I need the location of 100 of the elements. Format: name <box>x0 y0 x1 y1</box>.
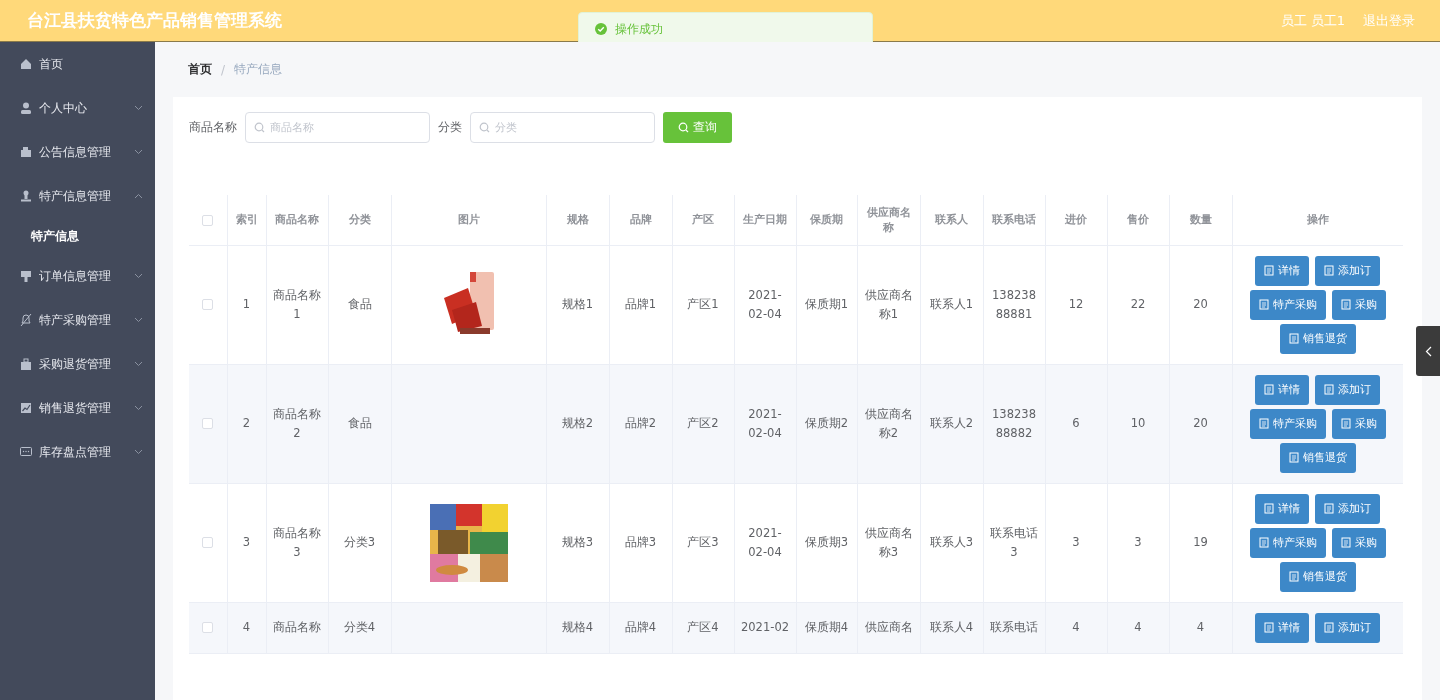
checkbox[interactable] <box>202 299 214 310</box>
document-icon <box>1288 333 1299 344</box>
table-cell: 商品名称1 <box>273 287 321 321</box>
document-icon <box>1340 537 1351 548</box>
column-header: 操作 <box>1306 213 1329 227</box>
column-header: 联系电话 <box>992 213 1036 227</box>
select-all-checkbox[interactable] <box>202 214 214 226</box>
menu-icon <box>19 445 33 459</box>
table-cell: 3 <box>1072 535 1080 549</box>
search-icon <box>479 122 490 133</box>
table-cell: 产区3 <box>687 535 719 549</box>
collapse-tab[interactable] <box>1416 326 1440 376</box>
table-cell: 13823888881 <box>992 287 1036 321</box>
table-cell: 联系人4 <box>929 620 974 634</box>
menu-icon <box>19 357 33 371</box>
action-button[interactable]: 特产采购 <box>1249 527 1326 558</box>
chevron-icon <box>134 405 143 411</box>
chevron-icon <box>134 273 143 279</box>
toast-message: 操作成功 <box>615 20 663 38</box>
action-button[interactable]: 采购 <box>1331 289 1386 320</box>
table-cell: 品牌4 <box>624 620 657 634</box>
table-cell: 联系人1 <box>929 297 974 311</box>
document-icon <box>1264 503 1274 514</box>
menu-item[interactable]: 公告信息管理 <box>0 130 155 174</box>
menu-item[interactable]: 库存盘点管理 <box>0 430 155 474</box>
menu-icon <box>19 269 33 283</box>
chevron-icon <box>134 149 143 155</box>
table-cell: 6 <box>1072 416 1080 430</box>
column-header: 供应商名称 <box>866 205 911 234</box>
menu-icon <box>19 101 33 115</box>
action-button[interactable]: 详情 <box>1255 255 1309 286</box>
action-button[interactable]: 特产采购 <box>1249 408 1326 439</box>
menu-item[interactable]: 销售退货管理 <box>0 386 155 430</box>
menu-icon <box>19 145 33 159</box>
table-cell: 产区2 <box>687 416 719 430</box>
action-button[interactable]: 详情 <box>1255 374 1309 405</box>
table-cell: 保质期4 <box>804 620 849 634</box>
column-header: 索引 <box>235 213 258 227</box>
chevron-icon <box>134 361 143 367</box>
action-button[interactable]: 添加订 <box>1315 255 1380 286</box>
table-cell: 2021-02-04 <box>748 406 782 440</box>
menu-icon <box>19 189 33 203</box>
document-icon <box>1264 265 1274 276</box>
breadcrumb-item[interactable]: 首页 <box>188 61 212 78</box>
chevron-icon <box>134 105 143 111</box>
document-icon <box>1288 571 1299 582</box>
action-button[interactable]: 销售退货 <box>1279 561 1356 592</box>
action-button[interactable]: 添加订 <box>1315 612 1380 643</box>
table-cell: 4 <box>1072 620 1080 634</box>
table-cell: 商品名称2 <box>273 406 321 440</box>
menu-icon <box>19 401 33 415</box>
table-cell: 保质期1 <box>804 297 849 311</box>
table-cell: 食品 <box>347 297 372 311</box>
action-button[interactable]: 采购 <box>1331 527 1386 558</box>
table-cell: 联系人3 <box>929 535 974 549</box>
table-cell: 产区4 <box>687 620 719 634</box>
checkbox[interactable] <box>202 622 214 633</box>
breadcrumb-separator: / <box>221 62 226 77</box>
search-field[interactable]: 分类 <box>470 112 655 143</box>
action-button[interactable]: 特产采购 <box>1249 289 1326 320</box>
table-cell: 3 <box>242 535 251 549</box>
table-cell: 10 <box>1130 416 1146 430</box>
chevron-left-icon <box>1424 345 1432 357</box>
table-cell: 供应商名 <box>864 620 913 634</box>
action-button[interactable]: 详情 <box>1255 612 1309 643</box>
search-button[interactable]: 查询 <box>663 112 732 143</box>
breadcrumb-item: 特产信息 <box>234 61 283 78</box>
menu-item[interactable]: 首页 <box>0 42 155 86</box>
column-header: 产区 <box>692 213 714 227</box>
document-icon <box>1288 452 1299 463</box>
menu-item[interactable]: 订单信息管理 <box>0 254 155 298</box>
table-cell: 22 <box>1130 297 1146 311</box>
action-button[interactable]: 详情 <box>1255 493 1309 524</box>
column-header: 生产日期 <box>743 213 787 227</box>
column-header: 售价 <box>1127 213 1149 227</box>
column-header: 数量 <box>1189 213 1212 227</box>
checkbox[interactable] <box>202 418 214 429</box>
menu-item[interactable]: 特产信息管理 <box>0 174 155 218</box>
submenu-item[interactable]: 特产信息 <box>0 218 155 254</box>
action-button[interactable]: 添加订 <box>1315 493 1380 524</box>
checkbox[interactable] <box>202 537 214 548</box>
app-title: 台江县扶贫特色产品销售管理系统 <box>27 9 282 32</box>
menu-icon <box>19 57 33 71</box>
table-cell: 2021-02-04 <box>748 287 782 321</box>
document-icon <box>1324 503 1334 514</box>
menu-item[interactable]: 采购退货管理 <box>0 342 155 386</box>
table-cell: 1 <box>242 297 251 311</box>
document-icon <box>1264 384 1274 395</box>
column-header: 进价 <box>1065 213 1087 227</box>
document-icon <box>1340 418 1351 429</box>
document-icon <box>1258 299 1269 310</box>
menu-item[interactable]: 特产采购管理 <box>0 298 155 342</box>
action-button[interactable]: 销售退货 <box>1279 442 1356 473</box>
menu-item[interactable]: 个人中心 <box>0 86 155 130</box>
action-button[interactable]: 销售退货 <box>1279 323 1356 354</box>
table-cell: 4 <box>1134 620 1142 634</box>
action-button[interactable]: 采购 <box>1331 408 1386 439</box>
table-cell: 商品名称3 <box>273 525 321 559</box>
table-cell: 3 <box>1134 535 1142 549</box>
action-button[interactable]: 添加订 <box>1315 374 1380 405</box>
